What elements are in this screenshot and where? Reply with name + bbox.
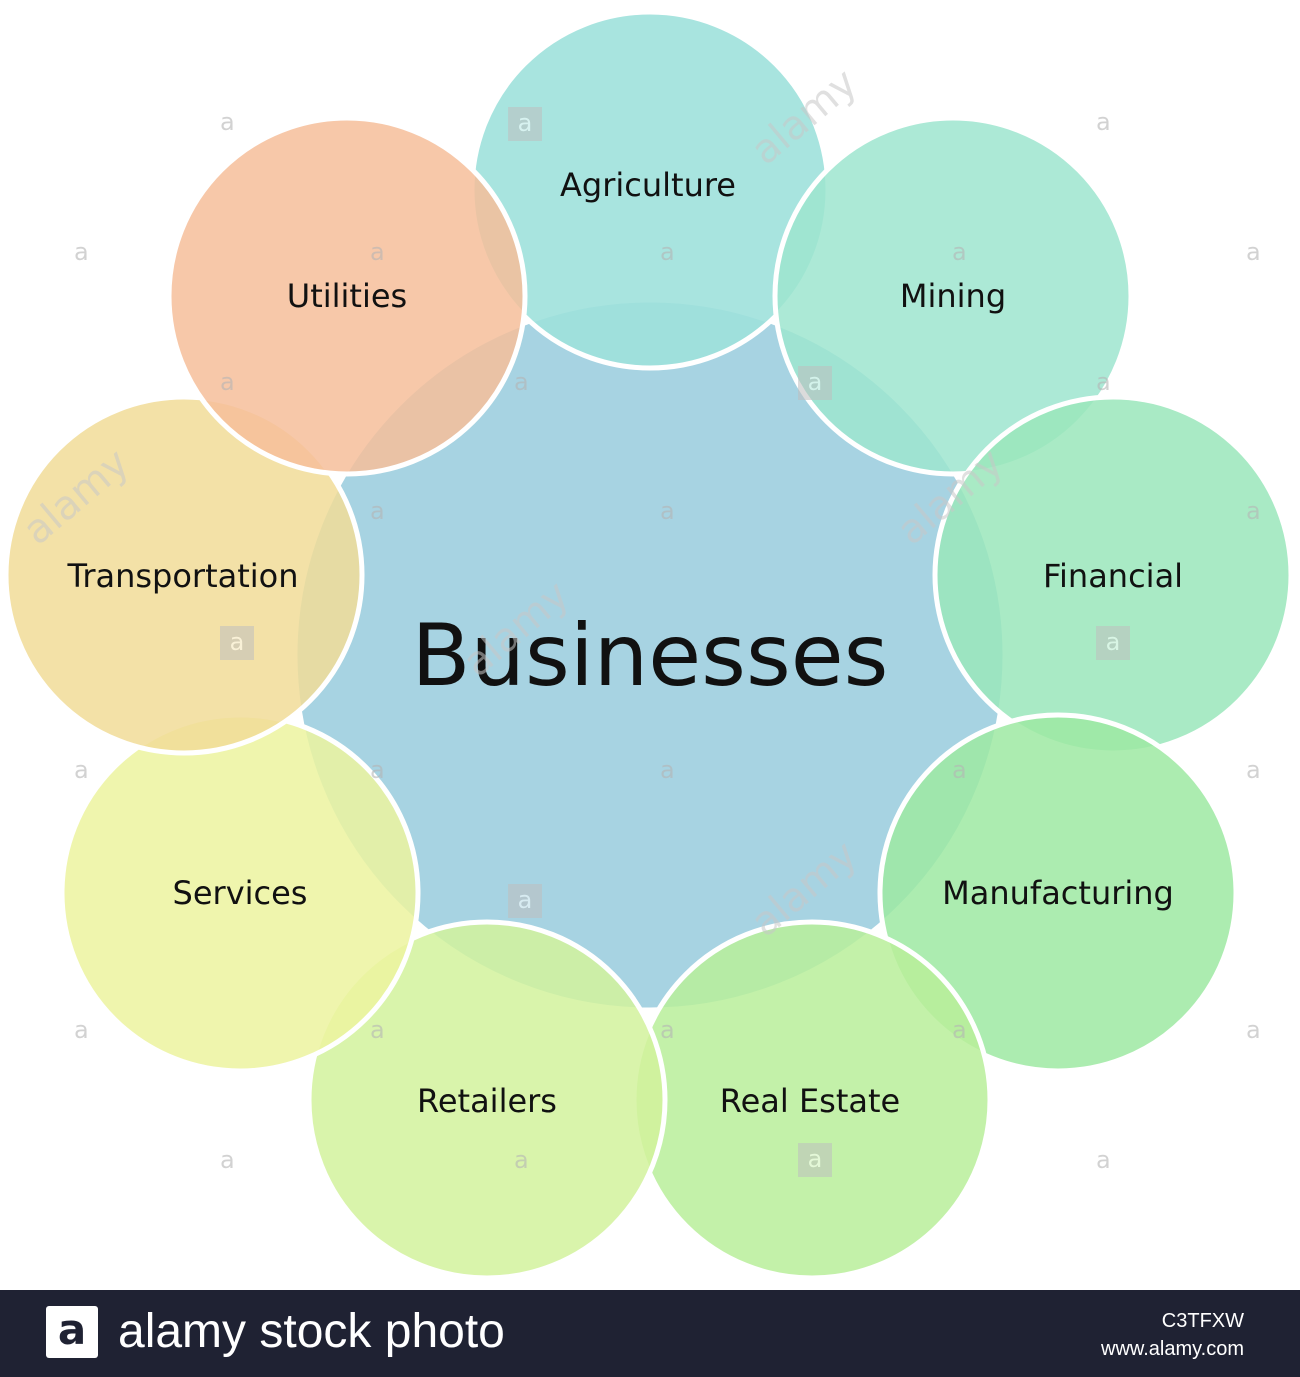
node-label-transportation: Transportation: [66, 557, 298, 595]
watermark-mark: a: [1246, 756, 1261, 784]
watermark-mark: a: [370, 756, 385, 784]
node-label-mining: Mining: [900, 277, 1006, 315]
watermark-mark: a: [660, 497, 675, 525]
watermark-mark: a: [952, 1016, 967, 1044]
watermark-mark: a: [74, 238, 89, 266]
watermark-logo: a: [1096, 626, 1130, 660]
watermark-mark: a: [1246, 497, 1261, 525]
watermark-mark: a: [220, 108, 235, 136]
node-label-services: Services: [173, 874, 308, 912]
watermark-mark: a: [660, 756, 675, 784]
watermark-mark: a: [514, 1146, 529, 1174]
watermark-mark: a: [1096, 1146, 1111, 1174]
node-label-financial: Financial: [1043, 557, 1183, 595]
watermark-mark: a: [74, 1016, 89, 1044]
watermark-logo: a: [508, 884, 542, 918]
watermark-logo: a: [508, 107, 542, 141]
image-id: C3TFXW: [1161, 1310, 1244, 1332]
watermark-mark: a: [74, 756, 89, 784]
footer-brand: alamy stock photo: [118, 1305, 505, 1358]
watermark-logo: a: [798, 366, 832, 400]
node-label-utilities: Utilities: [287, 277, 407, 315]
footer-url[interactable]: www.alamy.com: [1101, 1338, 1244, 1361]
watermark-mark: a: [1096, 108, 1111, 136]
watermark-mark: a: [370, 238, 385, 266]
watermark-mark: a: [952, 756, 967, 784]
node-label-real-estate: Real Estate: [720, 1082, 900, 1120]
watermark-mark: a: [952, 238, 967, 266]
watermark-mark: a: [660, 1016, 675, 1044]
node-label-manufacturing: Manufacturing: [942, 874, 1174, 912]
watermark-mark: a: [220, 1146, 235, 1174]
watermark-mark: a: [514, 368, 529, 396]
watermark-mark: a: [1246, 1016, 1261, 1044]
watermark-mark: a: [1246, 238, 1261, 266]
node-label-retailers: Retailers: [417, 1082, 557, 1120]
watermark-logo: a: [220, 626, 254, 660]
watermark-mark: a: [370, 1016, 385, 1044]
node-label-agriculture: Agriculture: [560, 166, 736, 204]
watermark-mark: a: [660, 238, 675, 266]
watermark-mark: a: [1096, 368, 1111, 396]
watermark-mark: a: [370, 497, 385, 525]
footer-bar: a alamy stock photo C3TFXW www.alamy.com: [0, 1290, 1300, 1377]
alamy-logo-icon: a: [46, 1306, 98, 1358]
watermark-logo: a: [798, 1143, 832, 1177]
watermark-mark: a: [220, 368, 235, 396]
